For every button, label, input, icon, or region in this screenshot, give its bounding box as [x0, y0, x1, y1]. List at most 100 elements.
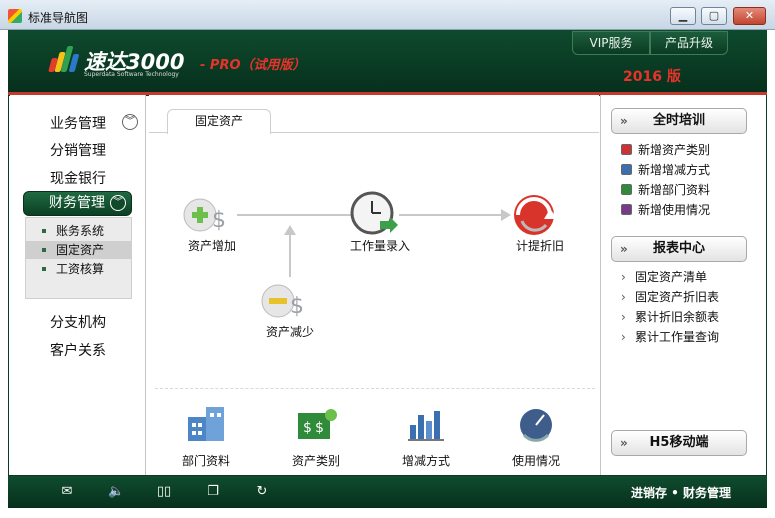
- book-icon: [621, 144, 632, 155]
- section-title: 全时培训: [652, 113, 705, 128]
- logo-subtitle: Superdata Software Technology: [84, 71, 179, 78]
- submenu-label: 固定资产: [56, 243, 105, 257]
- arrow-up-icon: [284, 225, 296, 235]
- main-content: 固定资产 $ 资产增加 工作量录入 计提折旧 $ 资产减少 部门资料 $ $ 资…: [149, 95, 599, 475]
- sidebar-item-label: 业务管理: [50, 116, 106, 132]
- book-icon: [621, 184, 632, 195]
- sidebar-item-business[interactable]: 业务管理 ︾: [50, 113, 138, 133]
- tab-bar: 固定资产: [149, 109, 599, 134]
- double-chevron-icon: »: [620, 242, 628, 256]
- training-link[interactable]: 新增部门资料: [621, 181, 710, 198]
- report-link[interactable]: › 固定资产清单: [621, 268, 707, 285]
- asset-reduce-node[interactable]: $ 资产减少: [260, 279, 314, 339]
- book-icon: [621, 204, 632, 215]
- footer-product-text: 进销存 • 财务管理: [630, 486, 731, 500]
- double-chevron-icon: »: [620, 436, 628, 450]
- double-chevron-icon: »: [620, 114, 628, 128]
- training-link[interactable]: 新增使用情况: [621, 201, 710, 218]
- bullet-icon: [42, 248, 46, 252]
- submenu-item-payroll[interactable]: 工资核算: [26, 260, 131, 278]
- speaker-icon[interactable]: 🔈: [108, 484, 124, 500]
- change-method-button[interactable]: 增减方式: [386, 405, 466, 469]
- sidebar-item-distribution[interactable]: 分销管理: [50, 140, 106, 160]
- logo-mark-icon: [48, 46, 80, 72]
- asset-category-label: 资产类别: [291, 454, 340, 468]
- chevron-right-icon: ›: [621, 310, 626, 324]
- app-header: 速达3000 - PRO（试用版） Superdata Software Tec…: [8, 30, 767, 92]
- tab-fixed-assets[interactable]: 固定资产: [167, 109, 271, 134]
- close-button[interactable]: ✕: [733, 7, 766, 25]
- flow-connector: [399, 214, 503, 216]
- workload-entry-node[interactable]: 工作量录入: [350, 191, 410, 253]
- sidebar: 业务管理 ︾ 分销管理 现金银行 财务管理 ︾ 账务系统 固定资产 工资核算 分…: [10, 95, 146, 475]
- gauge-icon: [520, 409, 552, 442]
- clock-icon: [350, 191, 398, 235]
- chevron-down-icon[interactable]: ︾: [110, 195, 126, 211]
- building-icon: [188, 407, 224, 441]
- window-title: 标准导航图: [28, 11, 89, 25]
- section-title: 报表中心: [652, 241, 705, 256]
- sidebar-item-label: 财务管理: [49, 195, 105, 211]
- usage-status-button[interactable]: 使用情况: [496, 405, 576, 469]
- chevron-right-icon: ›: [621, 290, 626, 304]
- sidebar-item-finance[interactable]: 财务管理 ︾: [23, 191, 132, 216]
- bullet-icon: [42, 267, 46, 271]
- sidebar-item-branches[interactable]: 分支机构: [50, 312, 106, 332]
- right-panel: » 全时培训 新增资产类别 新增增减方式 新增部门资料 新增使用情况 » 报表中…: [600, 95, 766, 475]
- asset-category-button[interactable]: $ $ 资产类别: [276, 405, 356, 469]
- flow-connector: [237, 214, 357, 216]
- training-link[interactable]: 新增资产类别: [621, 141, 710, 158]
- window-icon[interactable]: ❐: [205, 484, 221, 500]
- logo-edition: - PRO（试用版）: [200, 58, 306, 73]
- training-link[interactable]: 新增增减方式: [621, 161, 710, 178]
- asset-add-label: 资产增加: [187, 239, 236, 253]
- section-title: H5移动端: [649, 435, 709, 450]
- book-icon[interactable]: ▯▯: [156, 484, 172, 500]
- change-method-label: 增减方式: [401, 454, 450, 468]
- report-link[interactable]: › 累计折旧余额表: [621, 308, 719, 325]
- svg-text:$: $: [290, 294, 304, 319]
- app-icon: [8, 9, 22, 23]
- chevron-right-icon: ›: [621, 270, 626, 284]
- submenu-item-accounting[interactable]: 账务系统: [26, 222, 131, 240]
- sidebar-item-crm[interactable]: 客户关系: [50, 340, 106, 360]
- report-link[interactable]: › 累计工作量查询: [621, 328, 719, 345]
- window-titlebar: 标准导航图 ▁ ▢ ✕: [0, 0, 775, 30]
- minimize-button[interactable]: ▁: [670, 7, 696, 25]
- submenu-item-fixed-assets[interactable]: 固定资产: [26, 241, 131, 259]
- mail-icon[interactable]: ✉: [59, 484, 75, 500]
- svg-text:$: $: [315, 420, 324, 436]
- report-link[interactable]: › 固定资产折旧表: [621, 288, 719, 305]
- svg-text:$: $: [212, 208, 226, 233]
- chevron-down-icon[interactable]: ︾: [122, 114, 138, 130]
- footer-bar: ✉ 🔈 ▯▯ ❐ ↻ 进销存 • 财务管理: [8, 476, 767, 508]
- vip-service-button[interactable]: VIP服务: [572, 31, 650, 55]
- book-icon: [621, 164, 632, 175]
- workload-entry-label: 工作量录入: [349, 239, 410, 253]
- finance-submenu: 账务系统 固定资产 工资核算: [25, 217, 132, 299]
- department-data-button[interactable]: 部门资料: [166, 405, 246, 469]
- upgrade-button[interactable]: 产品升级: [650, 31, 728, 55]
- bar-chart-icon: [408, 411, 444, 441]
- asset-reduce-icon: $: [261, 284, 304, 319]
- money-category-icon: $ $: [298, 409, 337, 439]
- submenu-label: 工资核算: [56, 262, 105, 276]
- version-year: 2016 版: [623, 69, 681, 85]
- mobile-h5-button[interactable]: » H5移动端: [611, 430, 747, 456]
- depreciation-label: 计提折旧: [515, 239, 564, 253]
- depreciation-node[interactable]: 计提折旧: [510, 191, 564, 253]
- chevron-right-icon: ›: [621, 330, 626, 344]
- asset-reduce-label: 资产减少: [265, 325, 314, 339]
- report-center-button[interactable]: » 报表中心: [611, 236, 747, 262]
- sidebar-item-cash-bank[interactable]: 现金银行: [50, 168, 106, 188]
- refresh-check-icon[interactable]: ↻: [254, 484, 270, 500]
- section-divider: [155, 388, 595, 389]
- maximize-button[interactable]: ▢: [701, 7, 727, 25]
- svg-text:$: $: [303, 420, 312, 436]
- asset-add-node[interactable]: $ 资产增加: [182, 193, 236, 253]
- submenu-label: 账务系统: [56, 224, 105, 238]
- depreciation-icon: [514, 195, 558, 235]
- bullet-icon: [42, 229, 46, 233]
- training-section-button[interactable]: » 全时培训: [611, 108, 747, 134]
- department-data-label: 部门资料: [181, 454, 230, 468]
